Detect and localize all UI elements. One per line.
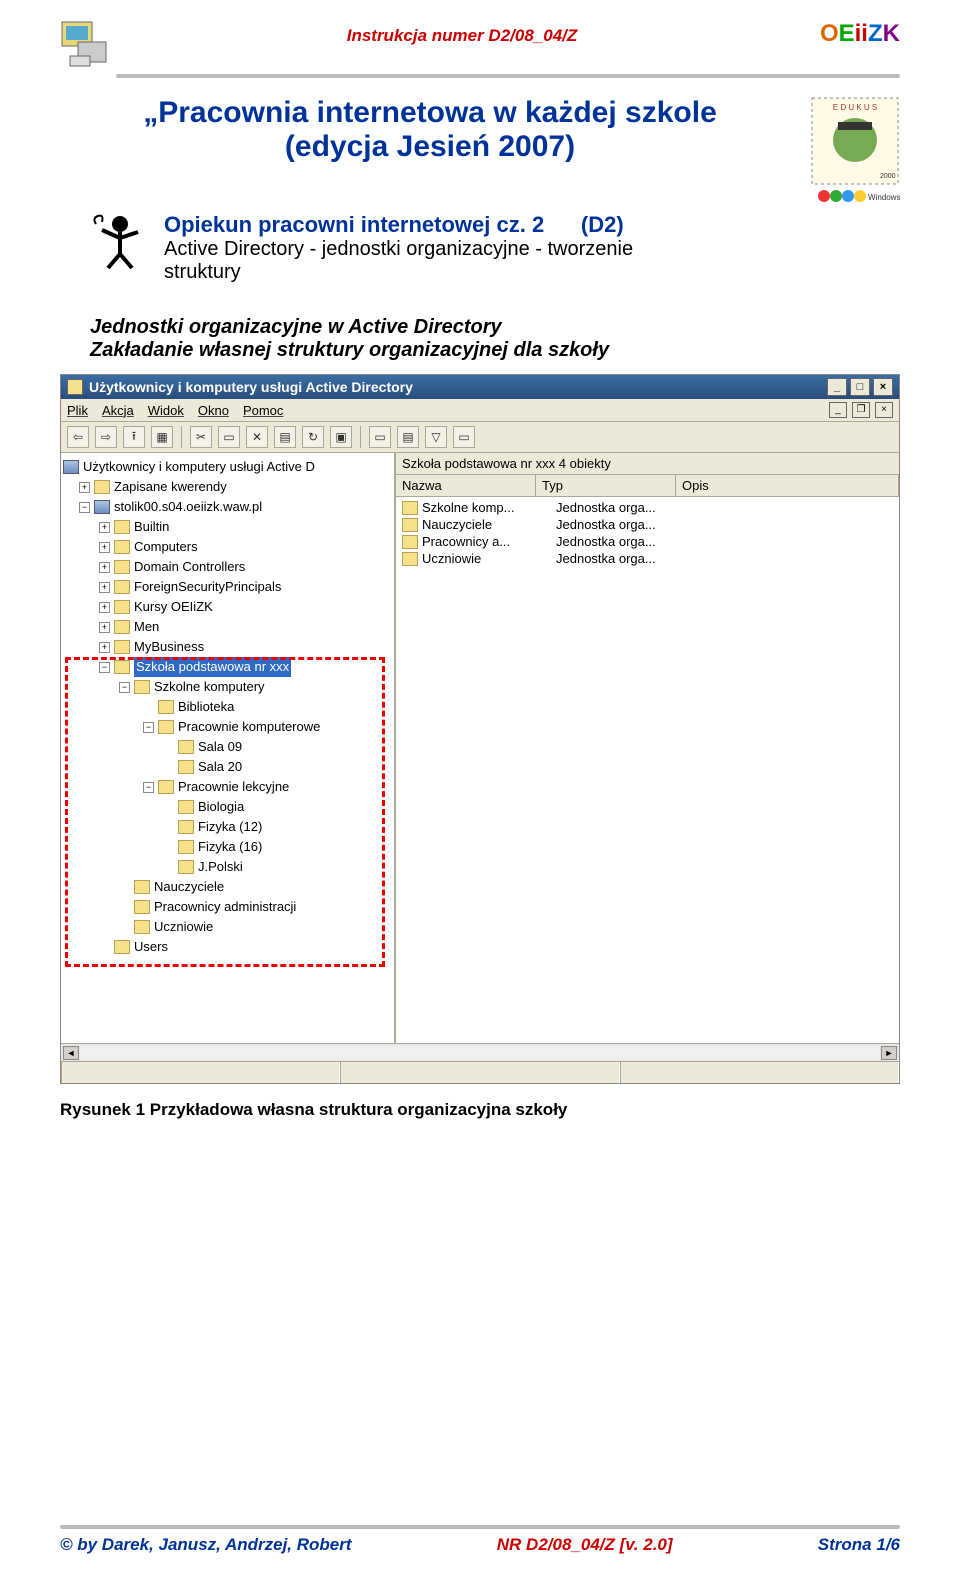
svg-text:Windows Vista: Windows Vista	[868, 193, 900, 202]
tree-users[interactable]: Users	[134, 937, 168, 957]
list-pane[interactable]: Szkoła podstawowa nr xxx 4 obiekty Nazwa…	[396, 453, 899, 1043]
tree-builtin[interactable]: Builtin	[134, 517, 169, 537]
oeiizk-logo: OEiiZK	[804, 20, 900, 48]
delete-button[interactable]: ✕	[246, 426, 268, 448]
filter-button[interactable]: ▽	[425, 426, 447, 448]
tree-men[interactable]: Men	[134, 617, 159, 637]
ad-mmc-window: Użytkownicy i komputery usługi Active Di…	[60, 374, 900, 1084]
subtitle-desc1: Active Directory - jednostki organizacyj…	[164, 238, 633, 261]
properties-button[interactable]: ▤	[274, 426, 296, 448]
tool-button-1[interactable]: ▭	[369, 426, 391, 448]
tree-szkolne-komputery[interactable]: Szkolne komputery	[154, 677, 265, 697]
section-line2: Zakładanie własnej struktury organizacyj…	[90, 339, 900, 362]
tree-pracownie-lekcyjne[interactable]: Pracownie lekcyjne	[178, 777, 289, 797]
tree-sala09[interactable]: Sala 09	[198, 737, 242, 757]
tree-biblioteka[interactable]: Biblioteka	[178, 697, 234, 717]
close-button[interactable]: ×	[873, 378, 893, 396]
horizontal-scrollbar[interactable]: ◄ ►	[61, 1043, 899, 1061]
tool-button-3[interactable]: ▭	[453, 426, 475, 448]
svg-text:2000: 2000	[880, 173, 896, 180]
list-path: Szkoła podstawowa nr xxx 4 obiekty	[396, 453, 899, 475]
page-header: Instrukcja numer D2/08_04/Z OEiiZK	[60, 20, 900, 70]
minimize-button[interactable]: _	[827, 378, 847, 396]
mdi-minimize-button[interactable]: _	[829, 402, 847, 418]
back-button[interactable]: ⇦	[67, 426, 89, 448]
title-line1: „Pracownia internetowa w każdej szkole	[60, 96, 800, 130]
menu-widok[interactable]: Widok	[148, 403, 184, 418]
section-line1: Jednostki organizacyjne w Active Directo…	[90, 316, 900, 339]
mdi-restore-button[interactable]: ❐	[852, 402, 870, 418]
footer-authors: © by Darek, Janusz, Andrzej, Robert	[60, 1535, 352, 1555]
toolbar: ⇦ ⇨ ⭱ ▦ ✂ ▭ ✕ ▤ ↻ ▣ ▭ ▤ ▽ ▭	[61, 422, 899, 453]
tree-pracownie-komputerowe[interactable]: Pracownie komputerowe	[178, 717, 320, 737]
tree-jpolski[interactable]: J.Polski	[198, 857, 243, 877]
maximize-button[interactable]: □	[850, 378, 870, 396]
tree-biologia[interactable]: Biologia	[198, 797, 244, 817]
tree-domain[interactable]: stolik00.s04.oeiizk.waw.pl	[114, 497, 262, 517]
list-row[interactable]: UczniowieJednostka orga...	[396, 550, 899, 567]
page-title: „Pracownia internetowa w każdej szkole (…	[60, 96, 800, 164]
tree-szkola-selected[interactable]: Szkoła podstawowa nr xxx	[134, 657, 291, 677]
figure-caption: Rysunek 1 Przykładowa własna struktura o…	[60, 1100, 900, 1120]
menu-okno[interactable]: Okno	[198, 403, 229, 418]
window-title: Użytkownicy i komputery usługi Active Di…	[89, 379, 413, 395]
scroll-left-button[interactable]: ◄	[63, 1046, 79, 1060]
subtitle-left: Opiekun pracowni internetowej cz. 2	[164, 212, 544, 237]
scroll-right-button[interactable]: ►	[881, 1046, 897, 1060]
tree-fsp[interactable]: ForeignSecurityPrincipals	[134, 577, 281, 597]
status-bar	[61, 1061, 899, 1083]
forward-button[interactable]: ⇨	[95, 426, 117, 448]
menu-bar: Plik Akcja Widok Okno Pomoc _ ❐ ×	[61, 399, 899, 422]
page-footer: © by Darek, Janusz, Andrzej, Robert NR D…	[60, 1525, 900, 1555]
tree-nauczyciele[interactable]: Nauczyciele	[154, 877, 224, 897]
svg-text:E D U K U S: E D U K U S	[833, 103, 877, 112]
doc-number: Instrukcja numer D2/08_04/Z	[120, 20, 804, 46]
cut-button[interactable]: ✂	[190, 426, 212, 448]
menu-plik[interactable]: Plik	[67, 403, 88, 418]
col-nazwa[interactable]: Nazwa	[396, 475, 536, 496]
subtitle-block: Opiekun pracowni internetowej cz. 2 (D2)…	[164, 210, 633, 284]
title-line2: (edycja Jesień 2007)	[60, 130, 800, 164]
tree-root[interactable]: Użytkownicy i komputery usługi Active D	[83, 457, 315, 477]
view-button[interactable]: ▦	[151, 426, 173, 448]
app-icon	[67, 379, 83, 395]
subtitle-right: (D2)	[581, 212, 624, 237]
refresh-button[interactable]: ↻	[302, 426, 324, 448]
section-heading: Jednostki organizacyjne w Active Directo…	[90, 316, 900, 362]
up-button[interactable]: ⭱	[123, 426, 145, 448]
menu-akcja[interactable]: Akcja	[102, 403, 134, 418]
tree-kursy[interactable]: Kursy OEIiZK	[134, 597, 213, 617]
list-header: Nazwa Typ Opis	[396, 475, 899, 497]
list-row[interactable]: NauczycieleJednostka orga...	[396, 516, 899, 533]
tree-dc[interactable]: Domain Controllers	[134, 557, 245, 577]
tree-pane[interactable]: Użytkownicy i komputery usługi Active D …	[61, 453, 396, 1043]
export-button[interactable]: ▣	[330, 426, 352, 448]
person-icon	[90, 210, 150, 270]
tree-uczniowie[interactable]: Uczniowie	[154, 917, 213, 937]
col-typ[interactable]: Typ	[536, 475, 676, 496]
list-row[interactable]: Pracownicy a...Jednostka orga...	[396, 533, 899, 550]
tree-fizyka16[interactable]: Fizyka (16)	[198, 837, 262, 857]
computer-icon	[60, 20, 110, 70]
footer-docnum: NR D2/08_04/Z [v. 2.0]	[497, 1535, 673, 1555]
tree-saved-queries[interactable]: Zapisane kwerendy	[114, 477, 227, 497]
tree-fizyka12[interactable]: Fizyka (12)	[198, 817, 262, 837]
tree-mybusiness[interactable]: MyBusiness	[134, 637, 204, 657]
window-titlebar[interactable]: Użytkownicy i komputery usługi Active Di…	[61, 375, 899, 399]
subtitle-desc2: struktury	[164, 261, 633, 284]
edukus-stamp: E D U K U S 2000 Windows Vista	[810, 96, 900, 206]
menu-pomoc[interactable]: Pomoc	[243, 403, 283, 418]
list-row[interactable]: Szkolne komp...Jednostka orga...	[396, 499, 899, 516]
mdi-close-button[interactable]: ×	[875, 402, 893, 418]
tree-sala20[interactable]: Sala 20	[198, 757, 242, 777]
header-divider	[116, 74, 900, 78]
col-opis[interactable]: Opis	[676, 475, 899, 496]
footer-page: Strona 1/6	[818, 1535, 900, 1555]
footer-divider	[60, 1525, 900, 1529]
tool-button-2[interactable]: ▤	[397, 426, 419, 448]
copy-button[interactable]: ▭	[218, 426, 240, 448]
tree-computers[interactable]: Computers	[134, 537, 198, 557]
tree-pracownicy-admin[interactable]: Pracownicy administracji	[154, 897, 296, 917]
